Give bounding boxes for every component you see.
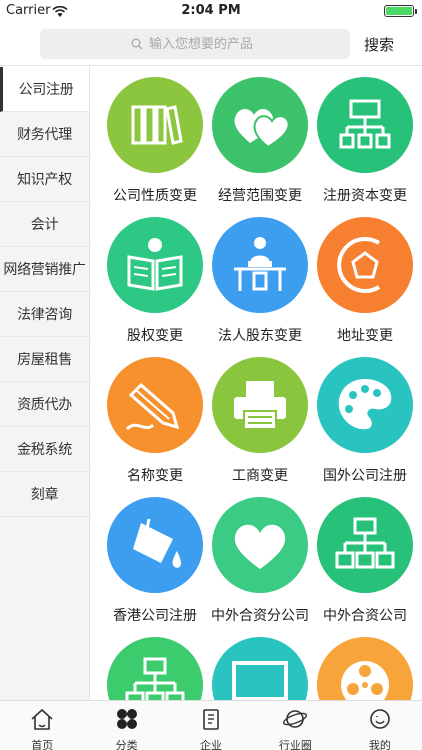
service-tile[interactable]: 公司性质变更 <box>99 67 209 207</box>
battery-icon <box>384 5 417 17</box>
tab-planet[interactable]: 行业圈 <box>253 701 337 750</box>
reel-icon <box>317 637 413 700</box>
hierarchy-icon <box>107 637 203 700</box>
category-icon <box>114 707 140 735</box>
hearts-icon <box>212 77 308 173</box>
palette-icon <box>317 357 413 453</box>
service-tile[interactable]: 股权变更 <box>99 207 209 347</box>
service-tile[interactable]: 地址变更 <box>309 207 419 347</box>
service-tile[interactable]: 名称变更 <box>99 347 209 487</box>
tab-label: 分类 <box>115 739 138 750</box>
tab-label: 我的 <box>368 739 391 750</box>
sidebar-item[interactable]: 刻章 <box>0 472 89 517</box>
tab-label: 企业 <box>200 739 223 750</box>
clock: 2:04 PM <box>181 3 241 18</box>
sidebar-item[interactable]: 网络营销推广 <box>0 247 89 292</box>
document-icon <box>198 707 224 735</box>
tab-home[interactable]: 首页 <box>0 701 84 750</box>
category-sidebar: 公司注册 财务代理 知识产权 会计 网络营销推广 法律咨询 房屋租售 资质代办 金税系统 刻章 <box>0 67 90 700</box>
service-label: 注册资本变更 <box>323 188 407 204</box>
hierarchy-icon <box>317 497 413 593</box>
sidebar-item[interactable]: 房屋租售 <box>0 337 89 382</box>
home-icon <box>29 707 55 735</box>
service-tile[interactable] <box>99 627 209 700</box>
smile-icon <box>367 707 393 735</box>
service-label: 经营范围变更 <box>218 188 302 204</box>
service-label: 香港公司注册 <box>113 608 197 624</box>
books-icon <box>107 77 203 173</box>
sidebar-item[interactable]: 资质代办 <box>0 382 89 427</box>
service-tile[interactable]: 中外合资分公司 <box>204 487 314 627</box>
tab-document[interactable]: 企业 <box>169 701 253 750</box>
search-icon <box>131 35 143 54</box>
service-tile[interactable]: 国外公司注册 <box>309 347 419 487</box>
tab-bar: 首页 分类 企业 行业圈 我的 <box>0 700 422 750</box>
pencil-icon <box>107 357 203 453</box>
search-header: 搜索 <box>0 22 422 66</box>
reader-icon <box>212 217 308 313</box>
sidebar-item[interactable]: 知识产权 <box>0 157 89 202</box>
monitor-icon <box>212 637 308 700</box>
service-tile[interactable]: 工商变更 <box>204 347 314 487</box>
org-chart-icon <box>317 77 413 173</box>
pentagon-icon <box>317 217 413 313</box>
service-label: 股权变更 <box>127 328 183 344</box>
tab-category[interactable]: 分类 <box>84 701 168 750</box>
sidebar-item[interactable]: 公司注册 <box>0 67 89 112</box>
tab-label: 首页 <box>31 739 54 750</box>
open-book-icon <box>107 217 203 313</box>
service-label: 法人股东变更 <box>218 328 302 344</box>
tab-label: 行业圈 <box>278 739 312 750</box>
paint-bucket-icon <box>107 497 203 593</box>
service-tile[interactable]: 香港公司注册 <box>99 487 209 627</box>
service-tile[interactable] <box>204 627 314 700</box>
search-bar[interactable] <box>40 29 350 59</box>
service-label: 地址变更 <box>337 328 393 344</box>
service-label: 中外合资分公司 <box>211 608 309 624</box>
sidebar-item[interactable]: 法律咨询 <box>0 292 89 337</box>
service-tile[interactable]: 法人股东变更 <box>204 207 314 347</box>
status-bar: Carrier 2:04 PM <box>0 0 422 22</box>
service-tile[interactable]: 经营范围变更 <box>204 67 314 207</box>
heart-icon <box>212 497 308 593</box>
service-label: 国外公司注册 <box>323 468 407 484</box>
printer-icon <box>212 357 308 453</box>
sidebar-item[interactable]: 会计 <box>0 202 89 247</box>
sidebar-item[interactable]: 金税系统 <box>0 427 89 472</box>
search-button[interactable]: 搜索 <box>364 34 394 55</box>
service-label: 公司性质变更 <box>113 188 197 204</box>
service-label: 名称变更 <box>127 468 183 484</box>
service-tile[interactable]: 中外合资公司 <box>309 487 419 627</box>
service-label: 工商变更 <box>232 468 288 484</box>
tab-smile[interactable]: 我的 <box>338 701 422 750</box>
service-tile[interactable]: 注册资本变更 <box>309 67 419 207</box>
service-tile[interactable] <box>309 627 419 700</box>
service-grid: 公司性质变更 经营范围变更 注册资本变更股权变更 法人股东变更 地址变更名称变更 工商变更… <box>91 67 422 700</box>
search-input[interactable] <box>149 36 259 52</box>
sidebar-item[interactable]: 财务代理 <box>0 112 89 157</box>
planet-icon <box>282 707 308 735</box>
service-label: 中外合资公司 <box>323 608 407 624</box>
